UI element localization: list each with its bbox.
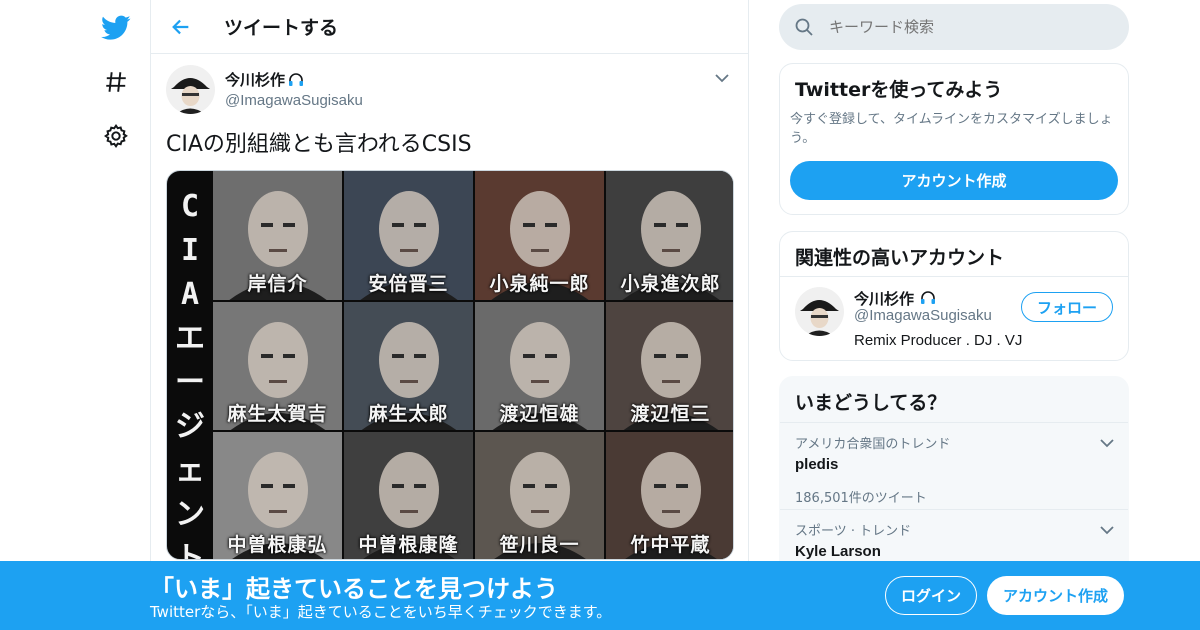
portrait-label: 竹中平蔵 [630, 534, 711, 556]
search-input[interactable] [829, 18, 1109, 36]
back-button[interactable] [151, 0, 211, 54]
login-button[interactable]: ログイン [885, 576, 977, 615]
portrait-label: 安倍晋三 [368, 272, 449, 295]
related-user[interactable]: 今川杉作 @ImagawaSugisaku Remix Producer . D… [780, 277, 1128, 360]
portrait-label: 小泉純一郎 [489, 272, 590, 295]
avatar[interactable] [166, 64, 215, 114]
main-header: ツイートする [151, 0, 748, 54]
try-twitter-card: Twitterを使ってみよう 今すぐ登録して、タイムラインをカスタマイズしましょ… [779, 63, 1129, 215]
headphones-icon [289, 72, 304, 86]
vertical-title-char: ト [175, 541, 205, 560]
portrait-label: 小泉進次郎 [620, 272, 721, 295]
search-icon [779, 17, 829, 37]
related-avatar[interactable] [795, 287, 844, 336]
portrait-tile: 笹川良一 [475, 432, 604, 559]
banner-subtitle: Twitterなら、「いま」起きていることをいち早くチェックできます。 [150, 603, 612, 621]
banner-title: 「いま」起きていることを見つけよう [150, 575, 558, 603]
vertical-title-char: ン [175, 497, 205, 532]
trend-name: pledis [795, 456, 839, 473]
portrait-label: 中曽根康隆 [358, 534, 459, 556]
left-nav [80, 0, 150, 630]
headphones-icon [921, 291, 936, 304]
author-handle[interactable]: @ImagawaSugisaku [225, 92, 363, 109]
trend-meta: アメリカ合衆国のトレンド [795, 437, 951, 452]
portrait-tile: 安倍晋三 [344, 171, 473, 300]
portrait-tile: 岸信介 [213, 171, 342, 300]
trend-count: 186,501件のツイート [795, 491, 927, 506]
vertical-title-char: ェ [175, 453, 205, 488]
portrait-label: 麻生太郎 [368, 403, 449, 426]
try-card-title: Twitterを使ってみよう [795, 79, 1003, 101]
search-box[interactable] [779, 4, 1129, 50]
chevron-down-icon[interactable] [1100, 520, 1114, 539]
portrait-label: 岸信介 [247, 272, 308, 295]
media-vertical-title: CIAエージェント [173, 185, 207, 560]
author-info: 今川杉作 @ImagawaSugisaku [225, 69, 363, 109]
portrait-label: 笹川良一 [499, 534, 580, 556]
vertical-title-char: C [180, 189, 200, 224]
vertical-title-char: ー [175, 365, 205, 400]
related-handle: @ImagawaSugisaku [854, 307, 992, 324]
portrait-label: 渡辺恒雄 [499, 403, 580, 426]
portrait-tile: 渡辺恒三 [606, 301, 733, 431]
tweet-media[interactable]: CIAエージェント 岸信介 安倍晋三 小泉純一郎 小泉進次郎麻生太賀吉 麻生太郎 渡辺恒雄… [166, 170, 734, 560]
vertical-title-char: ジ [175, 409, 205, 444]
arrow-left-icon [172, 19, 189, 34]
tweet: 今川杉作 @ImagawaSugisaku CIAの別組織とも言われるCSIS … [151, 54, 748, 560]
signup-button[interactable]: アカウント作成 [987, 576, 1124, 615]
portrait-tile: 竹中平蔵 [606, 432, 733, 559]
vertical-title-char: A [180, 277, 200, 312]
follow-button[interactable]: フォロー [1021, 292, 1113, 322]
page: ツイートする 今川杉作 @ImagawaSugisaku CIAの別組織とも言わ… [0, 0, 1200, 630]
portrait-tile: 麻生太賀吉 [213, 301, 342, 431]
related-bio: Remix Producer . DJ . VJ [854, 332, 1023, 349]
portrait-tile: 中曽根康隆 [344, 432, 473, 559]
page-title: ツイートする [224, 17, 339, 39]
gear-icon[interactable] [90, 110, 142, 162]
main-column: ツイートする 今川杉作 @ImagawaSugisaku CIAの別組織とも言わ… [150, 0, 749, 630]
create-account-button[interactable]: アカウント作成 [790, 161, 1118, 200]
tweet-text: CIAの別組織とも言われるCSIS [166, 132, 472, 157]
related-name-text: 今川杉作 [854, 290, 915, 308]
portrait-tile: 小泉進次郎 [606, 171, 733, 300]
portrait-tile: 小泉純一郎 [475, 171, 604, 300]
trend-name: Kyle Larson [795, 543, 881, 560]
related-card-title: 関連性の高いアカウント [780, 232, 1128, 277]
tweet-author: 今川杉作 @ImagawaSugisaku [166, 64, 733, 114]
portrait-grid: 岸信介 安倍晋三 小泉純一郎 小泉進次郎麻生太賀吉 麻生太郎 渡辺恒雄 渡辺恒三中曽根康弘 中… [213, 171, 733, 559]
signup-banner: 「いま」起きていることを見つけよう Twitterなら、「いま」起きていることを… [0, 561, 1200, 630]
display-name-text: 今川杉作 [225, 71, 286, 89]
display-name[interactable]: 今川杉作 [225, 69, 363, 90]
portrait-tile: 渡辺恒雄 [475, 301, 604, 431]
hashtag-icon[interactable] [90, 56, 142, 108]
twitter-bird-icon[interactable] [90, 2, 142, 54]
portrait-tile: 麻生太郎 [344, 301, 473, 431]
trends-title: いまどうしてる？ [780, 377, 1128, 423]
chevron-down-icon [715, 73, 729, 82]
trend-meta: スポーツ · トレンド [795, 524, 912, 539]
related-accounts-card: 関連性の高いアカウント 今川杉作 @ImagawaSugisaku Remix … [779, 231, 1129, 361]
tweet-menu-button[interactable] [710, 66, 734, 90]
portrait-label: 中曽根康弘 [227, 534, 328, 556]
vertical-title-char: I [180, 233, 200, 268]
try-card-description: 今すぐ登録して、タイムラインをカスタマイズしましょう。 [790, 112, 1113, 146]
portrait-label: 麻生太賀吉 [227, 403, 328, 426]
portrait-tile: 中曽根康弘 [213, 432, 342, 559]
portrait-label: 渡辺恒三 [630, 403, 711, 426]
related-name[interactable]: 今川杉作 [854, 288, 937, 309]
trend-item[interactable]: アメリカ合衆国のトレンド pledis 186,501件のツイート [780, 423, 1128, 510]
vertical-title-char: エ [175, 321, 205, 356]
chevron-down-icon[interactable] [1100, 433, 1114, 452]
